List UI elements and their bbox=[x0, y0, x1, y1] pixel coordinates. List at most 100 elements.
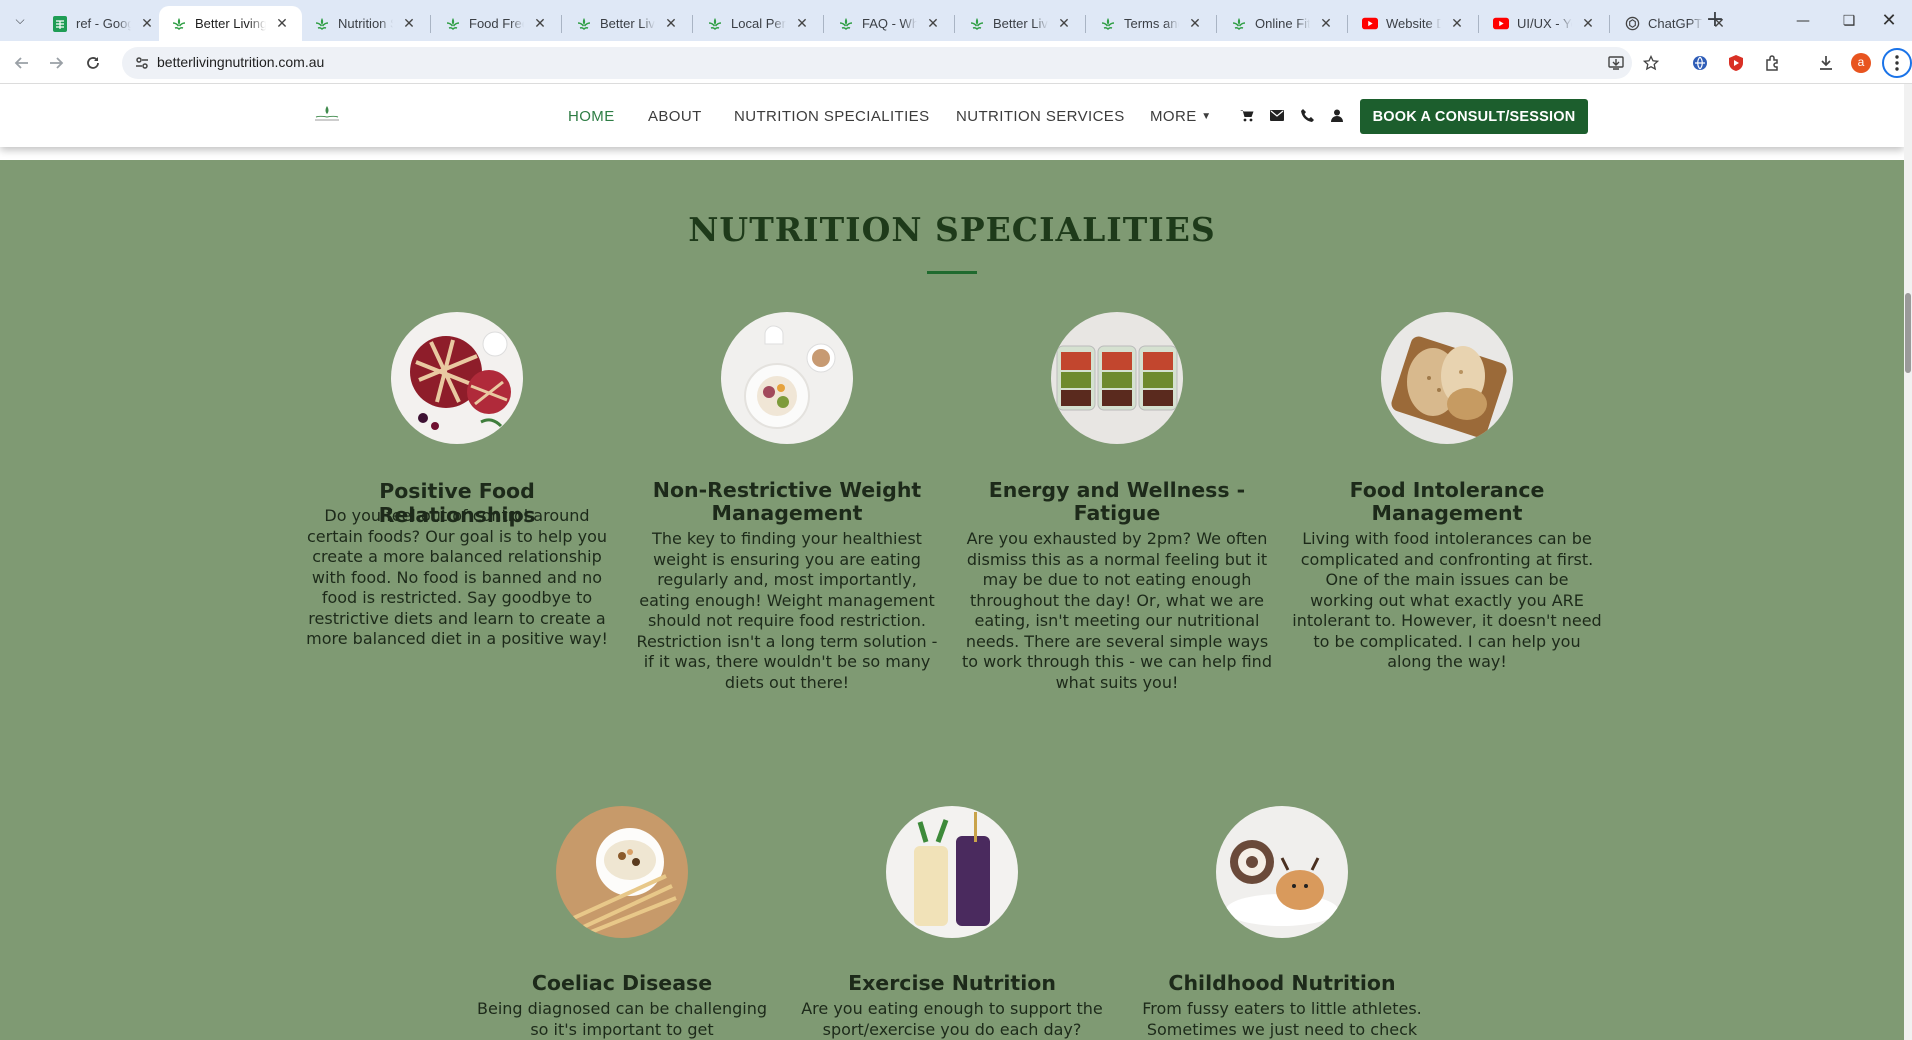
install-app-icon[interactable] bbox=[1608, 55, 1624, 71]
book-consult-button[interactable]: BOOK A CONSULT/SESSION bbox=[1360, 99, 1588, 134]
tab-title: ref - Google Sheets bbox=[76, 16, 131, 31]
browser-tab[interactable]: Better Living ✕ bbox=[957, 6, 1084, 41]
tab-close-icon[interactable]: ✕ bbox=[925, 16, 941, 32]
browser-tab[interactable]: Terms and ✕ bbox=[1088, 6, 1215, 41]
extension-globe-icon[interactable] bbox=[1688, 51, 1712, 75]
tab-close-icon[interactable]: ✕ bbox=[274, 16, 290, 32]
leaf-icon bbox=[576, 16, 592, 32]
tab-close-icon[interactable]: ✕ bbox=[401, 16, 417, 32]
extension-shield-icon[interactable] bbox=[1724, 51, 1748, 75]
cereal-wheat-photo bbox=[556, 806, 688, 938]
tab-title: Better Living bbox=[993, 16, 1048, 31]
tab-separator bbox=[1085, 15, 1086, 33]
tab-close-icon[interactable]: ✕ bbox=[139, 16, 155, 32]
page-viewport: HOME ABOUT NUTRITION SPECIALITIES NUTRIT… bbox=[0, 84, 1904, 1040]
tab-close-icon[interactable]: ✕ bbox=[1449, 16, 1465, 32]
new-tab-button[interactable]: + bbox=[1702, 8, 1728, 34]
tab-separator bbox=[430, 15, 431, 33]
leaf-icon bbox=[1231, 16, 1247, 32]
tab-separator bbox=[823, 15, 824, 33]
envelope-icon[interactable] bbox=[1270, 108, 1284, 122]
tab-title: ChatGPT bbox=[1648, 16, 1703, 31]
tab-title: Terms and bbox=[1124, 16, 1179, 31]
minimize-icon[interactable]: — bbox=[1780, 0, 1826, 41]
window-close-icon[interactable]: ✕ bbox=[1866, 0, 1912, 41]
tab-title: Nutrition Specialities bbox=[338, 16, 393, 31]
nav-home-link[interactable]: HOME bbox=[568, 108, 615, 125]
leaf-icon bbox=[445, 16, 461, 32]
browser-tab[interactable]: ref - Google Sheets ✕ bbox=[40, 6, 167, 41]
smoothies-photo bbox=[886, 806, 1018, 938]
address-bar[interactable]: betterlivingnutrition.com.au bbox=[122, 47, 1659, 79]
leaf-icon bbox=[171, 16, 187, 32]
browser-tab[interactable]: Better Living Nutrition ✕ bbox=[564, 6, 691, 41]
tab-title: Website Design bbox=[1386, 16, 1441, 31]
profile-avatar[interactable]: a bbox=[1849, 51, 1873, 75]
back-icon[interactable] bbox=[9, 50, 35, 76]
card-title: Childhood Nutrition bbox=[1168, 971, 1396, 995]
browser-menu-icon[interactable] bbox=[1882, 48, 1912, 78]
tab-search-chevron-icon[interactable]: ⌵ bbox=[8, 8, 32, 32]
leaf-icon bbox=[838, 16, 854, 32]
site-logo[interactable] bbox=[312, 104, 342, 122]
url-text[interactable]: betterlivingnutrition.com.au bbox=[157, 54, 324, 70]
kids-desserts-photo bbox=[1216, 806, 1348, 938]
browser-toolbar: betterlivingnutrition.com.au a bbox=[0, 41, 1912, 84]
youtube-icon bbox=[1493, 16, 1509, 32]
tab-close-icon[interactable]: ✕ bbox=[794, 16, 810, 32]
card-title: Food Intolerance Management bbox=[1349, 478, 1545, 525]
browser-tab[interactable]: Website Design ✕ bbox=[1350, 6, 1477, 41]
tab-separator bbox=[1609, 15, 1610, 33]
user-icon[interactable] bbox=[1330, 108, 1344, 122]
tab-title: UI/UX - YouTube bbox=[1517, 16, 1572, 31]
nav-about-link[interactable]: ABOUT bbox=[648, 108, 702, 125]
cart-icon[interactable] bbox=[1240, 108, 1254, 122]
breakfast-bowl-photo bbox=[721, 312, 853, 444]
tab-separator bbox=[1478, 15, 1479, 33]
browser-tab[interactable]: UI/UX - YouTube ✕ bbox=[1481, 6, 1608, 41]
scrollbar-thumb[interactable] bbox=[1905, 293, 1911, 373]
phone-icon[interactable] bbox=[1300, 108, 1314, 122]
caret-down-icon: ▼ bbox=[1201, 111, 1212, 122]
nav-services-link[interactable]: NUTRITION SERVICES bbox=[956, 108, 1125, 125]
card-description: Do you feel out of control around certai… bbox=[306, 506, 608, 648]
bookmark-star-icon[interactable] bbox=[1643, 55, 1659, 71]
tab-separator bbox=[561, 15, 562, 33]
tab-separator bbox=[692, 15, 693, 33]
youtube-icon bbox=[1362, 16, 1378, 32]
meal-prep-containers-photo bbox=[1051, 312, 1183, 444]
berry-pies-photo bbox=[391, 312, 523, 444]
downloads-icon[interactable] bbox=[1814, 51, 1838, 75]
profile-initial: a bbox=[1851, 53, 1871, 73]
tab-close-icon[interactable]: ✕ bbox=[1580, 16, 1596, 32]
page-scrollbar[interactable] bbox=[1904, 84, 1912, 1040]
tab-close-icon[interactable]: ✕ bbox=[1187, 16, 1203, 32]
browser-tab[interactable]: FAQ - What ✕ bbox=[826, 6, 953, 41]
card-description: Being diagnosed can be challenging so it… bbox=[477, 999, 767, 1039]
chatgpt-icon bbox=[1624, 16, 1640, 32]
bread-board-photo bbox=[1381, 312, 1513, 444]
browser-tab[interactable]: Better Living Nutrition ✕ bbox=[159, 6, 302, 41]
nav-more-label: MORE bbox=[1150, 108, 1197, 125]
extensions-puzzle-icon[interactable] bbox=[1761, 51, 1785, 75]
nav-more-dropdown[interactable]: MORE ▼ bbox=[1150, 108, 1212, 125]
forward-icon[interactable] bbox=[43, 50, 69, 76]
tab-close-icon[interactable]: ✕ bbox=[663, 16, 679, 32]
tab-close-icon[interactable]: ✕ bbox=[1056, 16, 1072, 32]
browser-tab[interactable]: Food Freedom ✕ bbox=[433, 6, 560, 41]
tab-close-icon[interactable]: ✕ bbox=[532, 16, 548, 32]
browser-tab[interactable]: Online Fitness ✕ bbox=[1219, 6, 1346, 41]
card-description: Are you eating enough to support the spo… bbox=[801, 999, 1103, 1039]
tab-separator bbox=[954, 15, 955, 33]
reload-icon[interactable] bbox=[80, 50, 106, 76]
site-info-icon[interactable] bbox=[134, 55, 150, 71]
browser-tab[interactable]: Nutrition Specialities ✕ bbox=[302, 6, 429, 41]
leaf-icon bbox=[707, 16, 723, 32]
nav-specialities-link[interactable]: NUTRITION SPECIALITIES bbox=[734, 108, 930, 125]
tab-close-icon[interactable]: ✕ bbox=[1318, 16, 1334, 32]
tab-separator bbox=[1347, 15, 1348, 33]
card-title: Energy and Wellness - Fatigue bbox=[988, 478, 1246, 525]
card-description: From fussy eaters to little athletes. So… bbox=[1142, 999, 1422, 1039]
browser-tab[interactable]: Local Personal ✕ bbox=[695, 6, 822, 41]
card-description: Living with food intolerances can be com… bbox=[1292, 529, 1602, 671]
